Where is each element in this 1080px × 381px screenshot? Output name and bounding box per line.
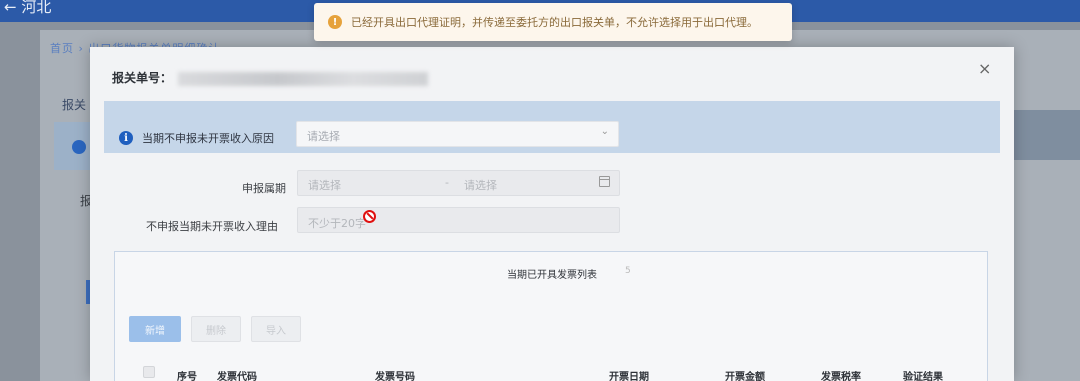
reason-select[interactable]: 请选择 ⌄ (296, 121, 619, 147)
import-button[interactable]: 导入 (251, 316, 301, 342)
not-allowed-cursor-icon (363, 210, 376, 223)
background-info-box (54, 122, 94, 170)
dialog-title: 报关单号： (112, 69, 429, 86)
add-button[interactable]: 新增 (129, 316, 181, 342)
reason-text-input[interactable]: 不少于20字 (297, 207, 620, 233)
column-header-issue-date: 开票日期 (609, 372, 649, 381)
period-start-placeholder: 请选择 (308, 179, 341, 192)
invoice-list-panel: 当期已开具发票列表 5 新增 删除 导入 序号 发票代码 发票号码 开票日期 开… (114, 251, 988, 381)
column-header-tax-rate: 发票税率 (821, 372, 861, 381)
period-label: 申报属期 (242, 182, 286, 195)
column-header-verification: 验证结果 (903, 372, 943, 381)
column-header-invoice-number: 发票号码 (375, 372, 415, 381)
invoice-list-title: 当期已开具发票列表 (507, 270, 597, 281)
column-header-index: 序号 (177, 372, 197, 381)
warning-icon: ! (328, 15, 342, 29)
declaration-number-masked (178, 71, 429, 86)
delete-button[interactable]: 删除 (191, 316, 241, 342)
calendar-icon (599, 176, 610, 187)
back-link[interactable]: ← 河北 (4, 0, 51, 17)
reason-select-placeholder: 请选择 (307, 130, 340, 143)
column-header-amount: 开票金额 (725, 372, 765, 381)
reason-label: 当期不申报未开票收入原因 (142, 132, 274, 145)
period-end-placeholder: 请选择 (464, 179, 497, 192)
background-tab[interactable]: 报关 (62, 96, 86, 113)
reason-text-placeholder: 不少于20字 (308, 217, 366, 230)
info-icon (72, 140, 86, 154)
invoice-count: 5 (625, 266, 631, 276)
reason-row: i 当期不申报未开票收入原因 请选择 ⌄ (104, 101, 1000, 153)
reason-text-label: 不申报当期未开票收入理由 (146, 220, 278, 233)
chevron-down-icon: ⌄ (600, 126, 609, 137)
customs-declaration-dialog: 报关单号： × i 当期不申报未开票收入原因 请选择 ⌄ 申报属期 请选择 - … (90, 47, 1014, 381)
declaration-number-label: 报关单号： (112, 71, 173, 85)
warning-toast: ! 已经开具出口代理证明，并传递至委托方的出口报关单，不允许选择用于出口代理。 (314, 3, 792, 41)
period-date-range[interactable]: 请选择 - 请选择 (297, 170, 620, 196)
select-all-checkbox[interactable] (143, 366, 155, 378)
column-header-invoice-code: 发票代码 (217, 372, 257, 381)
toast-message: 已经开具出口代理证明，并传递至委托方的出口报关单，不允许选择用于出口代理。 (351, 16, 758, 29)
period-separator: - (445, 176, 449, 189)
close-icon[interactable]: × (978, 59, 991, 78)
info-icon: i (119, 131, 133, 145)
